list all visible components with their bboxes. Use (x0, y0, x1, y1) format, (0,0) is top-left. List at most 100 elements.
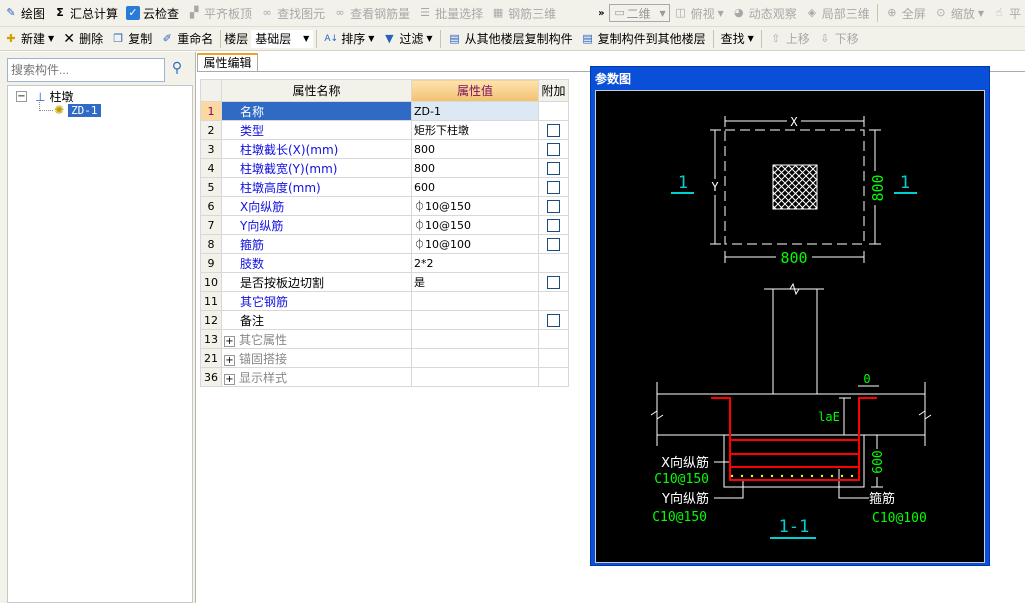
x-dimension: 800 (780, 249, 807, 267)
property-value[interactable]: 矩形下柱墩 (411, 120, 539, 140)
attach-cell (538, 291, 569, 311)
floor-select[interactable]: 基础层 ▼ (251, 29, 314, 48)
property-value[interactable]: 800 (411, 158, 539, 178)
align-slab-icon: ▞ (189, 6, 199, 19)
row-number: 4 (200, 158, 222, 178)
copy-to-floor-button[interactable]: ▤ 复制构件到其他楼层 (577, 28, 710, 50)
property-value[interactable]: ⏀10@100 (411, 234, 539, 254)
chevron-down-icon: ▼ (368, 34, 375, 43)
property-name: 名称 (221, 101, 412, 121)
floor-label: 楼层 (224, 32, 249, 46)
property-value (411, 329, 539, 349)
chevron-down-icon: ▼ (426, 34, 433, 43)
property-row[interactable]: 11 其它钢筋 (200, 291, 569, 311)
rebar-dot (830, 474, 834, 478)
property-row[interactable]: 3 柱墩截长(X)(mm) 800 (200, 139, 569, 159)
attach-checkbox[interactable] (547, 162, 560, 175)
top-view-button[interactable]: ◫ 俯视 ▼ (670, 2, 728, 24)
property-value[interactable]: ⏀10@150 (411, 196, 539, 216)
attach-cell (538, 310, 569, 330)
view-mode-combo[interactable]: ▭ 二维 ▼ (608, 4, 670, 22)
property-row[interactable]: 10 是否按板边切割 是 (200, 272, 569, 292)
move-up-button[interactable]: ⇧ 上移 (765, 28, 814, 50)
divider (760, 29, 762, 48)
sort-button[interactable]: A↓ 排序 ▼ (320, 28, 378, 50)
property-row[interactable]: 6 X向纵筋 ⏀10@150 (200, 196, 569, 216)
property-row[interactable]: 12 备注 (200, 310, 569, 330)
new-button[interactable]: ✚ 新建 ▼ (0, 28, 58, 50)
rebar-3d-button[interactable]: ▦ 钢筋三维 (487, 2, 560, 24)
attach-checkbox[interactable] (547, 181, 560, 194)
rename-button[interactable]: ✐ 重命名 (156, 28, 217, 50)
filter-button[interactable]: ▼ 过滤 ▼ (378, 28, 436, 50)
find-button[interactable]: 查找 ▼ (717, 28, 758, 50)
property-value[interactable] (411, 310, 539, 330)
property-group-row[interactable]: 21 + 锚固搭接 (200, 348, 569, 368)
property-value[interactable] (411, 291, 539, 311)
row-number: 9 (200, 253, 222, 273)
batch-select-button[interactable]: ☰ 批量选择 (414, 2, 487, 24)
rebar-dot (800, 474, 804, 478)
property-group-row[interactable]: 36 + 显示样式 (200, 367, 569, 387)
delete-button[interactable]: ✕ 删除 (58, 28, 107, 50)
property-value[interactable]: ZD-1 (411, 101, 539, 121)
property-value (411, 348, 539, 368)
property-value[interactable]: 是 (411, 272, 539, 292)
align-slab-top-button[interactable]: ▞ 平齐板顶 (183, 2, 256, 24)
chevron-down-icon: ▼ (659, 8, 666, 18)
collapse-icon[interactable]: − (16, 91, 27, 102)
chevron-down-icon: ▼ (303, 34, 310, 43)
property-row[interactable]: 2 类型 矩形下柱墩 (200, 120, 569, 140)
tab-property-edit[interactable]: 属性编辑 (197, 53, 258, 72)
copy-from-floor-button[interactable]: ▤ 从其他楼层复制构件 (444, 28, 577, 50)
component-panel: ⚲ − ⊥ 柱墩 ✺ ZD-1 (0, 52, 196, 603)
property-group-row[interactable]: 13 + 其它属性 (200, 329, 569, 349)
expand-icon[interactable]: + (224, 335, 235, 347)
pan-button[interactable]: ☝ 平 (988, 2, 1025, 24)
property-row[interactable]: 7 Y向纵筋 ⏀10@150 (200, 215, 569, 235)
search-input[interactable] (7, 58, 165, 82)
copy-button[interactable]: ❐ 复制 (107, 28, 156, 50)
attach-checkbox[interactable] (547, 314, 560, 327)
local-3d-icon: ◈ (807, 6, 817, 19)
toolbar-overflow-button[interactable]: » (594, 2, 608, 24)
attach-checkbox[interactable] (547, 143, 560, 156)
property-row[interactable]: 4 柱墩截宽(Y)(mm) 800 (200, 158, 569, 178)
fullscreen-button[interactable]: ⊕ 全屏 (881, 2, 930, 24)
rename-icon: ✐ (162, 31, 172, 45)
attach-checkbox[interactable] (547, 200, 560, 213)
local-3d-button[interactable]: ◈ 局部三维 (801, 2, 874, 24)
attach-checkbox[interactable] (547, 124, 560, 137)
property-value[interactable]: ⏀10@150 (411, 215, 539, 235)
search-icon[interactable]: ⚲ (167, 60, 187, 80)
row-number: 6 (200, 196, 222, 216)
row-number: 36 (200, 367, 222, 387)
zoom-icon: ⊙ (936, 6, 946, 19)
attach-cell (538, 253, 569, 273)
orbit-button[interactable]: ◕ 动态观察 (728, 2, 801, 24)
property-name: 柱墩截宽(Y)(mm) (221, 158, 412, 178)
expand-icon[interactable]: + (224, 354, 235, 366)
attach-checkbox[interactable] (547, 276, 560, 289)
property-row[interactable]: 1 名称 ZD-1 (200, 101, 569, 121)
property-row[interactable]: 8 箍筋 ⏀10@100 (200, 234, 569, 254)
property-value[interactable]: 800 (411, 139, 539, 159)
property-row[interactable]: 9 肢数 2*2 (200, 253, 569, 273)
property-row[interactable]: 5 柱墩高度(mm) 600 (200, 177, 569, 197)
summary-calc-button[interactable]: Σ 汇总计算 (49, 2, 122, 24)
cloud-check-button[interactable]: ✓ 云检查 (122, 2, 183, 24)
header-value: 属性值 (411, 79, 539, 102)
expand-icon[interactable]: + (224, 373, 235, 385)
property-name: 备注 (221, 310, 412, 330)
y-rebar-label: Y向纵筋 (661, 491, 709, 507)
attach-checkbox[interactable] (547, 238, 560, 251)
property-value[interactable]: 600 (411, 177, 539, 197)
view-rebar-qty-button[interactable]: ∞ 查看钢筋量 (329, 2, 414, 24)
draw-button[interactable]: ✎ 绘图 (0, 2, 49, 24)
property-value[interactable]: 2*2 (411, 253, 539, 273)
tree-node-zd-1[interactable]: ✺ ZD-1 (54, 103, 101, 117)
zoom-button[interactable]: ⊙ 缩放 ▼ (930, 2, 988, 24)
move-down-button[interactable]: ⇩ 下移 (814, 28, 863, 50)
find-element-button[interactable]: ∞ 查找图元 (256, 2, 329, 24)
attach-checkbox[interactable] (547, 219, 560, 232)
